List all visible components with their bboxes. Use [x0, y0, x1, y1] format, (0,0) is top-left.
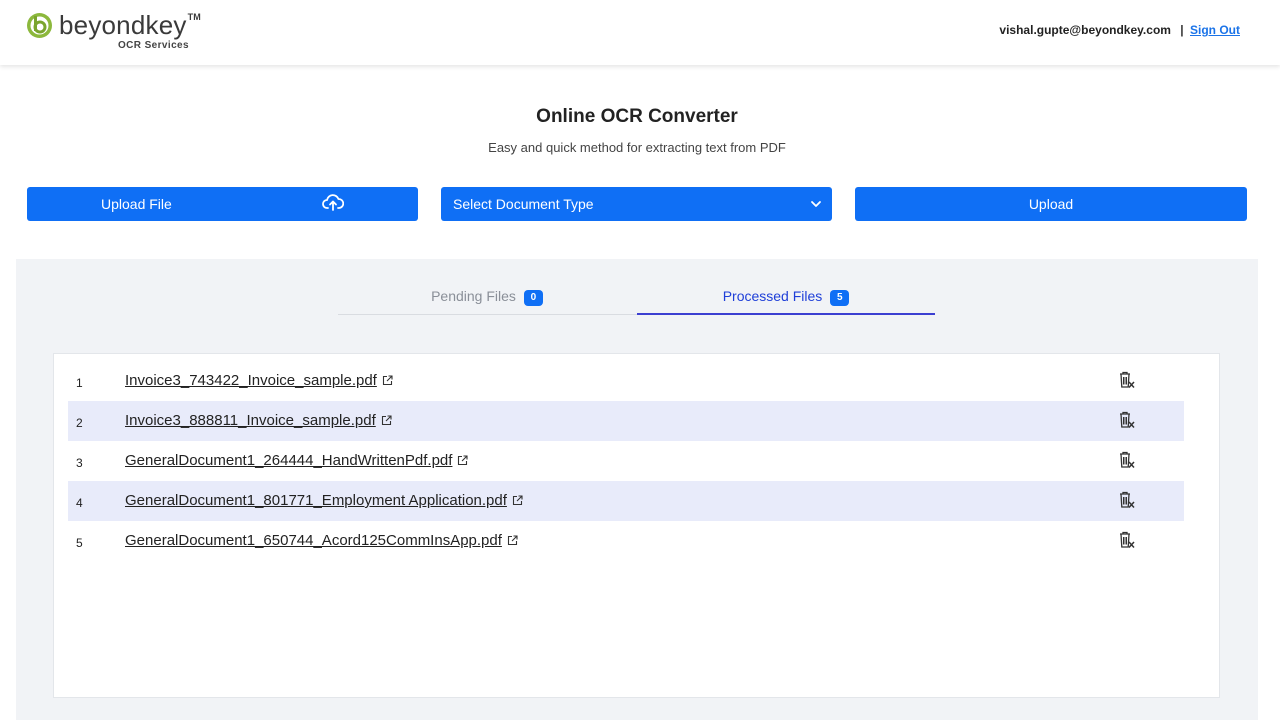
pending-count-badge: 0 [523, 290, 543, 306]
sign-out-link[interactable]: Sign Out [1190, 23, 1240, 37]
file-index: 2 [76, 416, 83, 430]
user-area: vishal.gupte@beyondkey.com | Sign Out [999, 23, 1240, 37]
document-type-select[interactable]: Select Document Type [441, 187, 832, 221]
logo-subtitle: OCR Services [118, 40, 189, 51]
tab-processed-files[interactable]: Processed Files 5 [637, 285, 935, 315]
external-link-icon [512, 495, 523, 506]
delete-file-icon[interactable] [1118, 451, 1136, 470]
processed-count-badge: 5 [830, 290, 850, 306]
delete-file-icon[interactable] [1118, 491, 1136, 510]
file-row: 2 Invoice3_888811_Invoice_sample.pdf [68, 401, 1184, 441]
delete-file-icon[interactable] [1118, 371, 1136, 390]
file-index: 3 [76, 456, 83, 470]
upload-button[interactable]: Upload [855, 187, 1247, 221]
external-link-icon [381, 415, 392, 426]
logo-mark-icon [27, 13, 52, 38]
file-row: 4 GeneralDocument1_801771_Employment App… [68, 481, 1184, 521]
external-link-icon [382, 375, 393, 386]
delete-file-icon[interactable] [1118, 411, 1136, 430]
page-subtitle: Easy and quick method for extracting tex… [488, 140, 786, 155]
file-index: 1 [76, 376, 83, 390]
file-link[interactable]: GeneralDocument1_264444_HandWrittenPdf.p… [125, 452, 468, 469]
external-link-icon [507, 535, 518, 546]
upload-file-label: Upload File [101, 196, 172, 212]
tab-pending-files[interactable]: Pending Files 0 [338, 285, 636, 315]
user-email: vishal.gupte@beyondkey.com [999, 23, 1171, 37]
tab-processed-label: Processed Files [722, 288, 823, 304]
file-link[interactable]: GeneralDocument1_801771_Employment Appli… [125, 492, 523, 509]
header-separator: | [1180, 23, 1184, 37]
file-link[interactable]: Invoice3_888811_Invoice_sample.pdf [125, 412, 392, 429]
file-row: 5 GeneralDocument1_650744_Acord125CommIn… [68, 521, 1184, 561]
file-index: 4 [76, 496, 83, 510]
page-title: Online OCR Converter [536, 106, 738, 127]
file-link[interactable]: Invoice3_743422_Invoice_sample.pdf [125, 372, 393, 389]
file-index: 5 [76, 536, 83, 550]
upload-file-button[interactable]: Upload File [27, 187, 418, 221]
file-row: 3 GeneralDocument1_264444_HandWrittenPdf… [68, 441, 1184, 481]
top-header: beyondkeyTM OCR Services vishal.gupte@be… [0, 0, 1280, 65]
external-link-icon [458, 455, 468, 466]
logo-trademark: TM [187, 12, 201, 22]
files-panel: Pending Files 0 Processed Files 5 1 Invoic… [16, 259, 1258, 720]
document-type-label: Select Document Type [453, 196, 594, 212]
beyondkey-logo[interactable]: beyondkeyTM OCR Services [26, 10, 226, 54]
file-tabs: Pending Files 0 Processed Files 5 [338, 285, 935, 315]
file-row: 1 Invoice3_743422_Invoice_sample.pdf [68, 361, 1184, 401]
tab-pending-label: Pending Files [431, 288, 516, 304]
logo-wordmark: beyondkeyTM [59, 10, 201, 40]
delete-file-icon[interactable] [1118, 531, 1136, 550]
chevron-down-icon [811, 201, 821, 207]
processed-files-list: 1 Invoice3_743422_Invoice_sample.pdf 2 I… [53, 353, 1220, 698]
file-link[interactable]: GeneralDocument1_650744_Acord125CommInsA… [125, 532, 518, 549]
cloud-upload-icon [322, 194, 344, 211]
